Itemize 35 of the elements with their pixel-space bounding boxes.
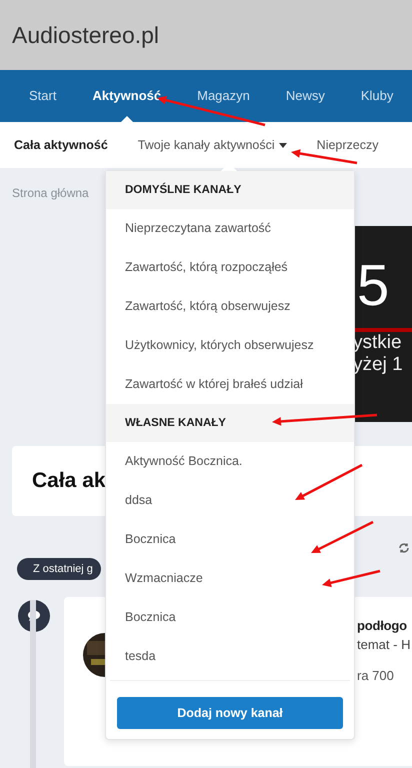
banner-number: 5 [357, 254, 390, 318]
annotation-arrow [295, 464, 363, 500]
menu-item[interactable]: Aktywność Bocznica. [106, 442, 354, 481]
annotation-arrow [311, 520, 374, 553]
menu-item[interactable]: Wzmacniacze [106, 559, 354, 598]
menu-item[interactable]: ddsa [106, 481, 354, 520]
menu-item[interactable]: Bocznica [106, 520, 354, 559]
menu-item[interactable]: Nieprzeczytana zawartość [106, 209, 354, 248]
menu-section-heading: WŁASNE KANAŁY [106, 404, 354, 442]
refresh-icon[interactable] [398, 542, 410, 554]
filter-pill[interactable]: Z ostatniej g [17, 558, 101, 580]
menu-item[interactable]: tesda [106, 637, 354, 676]
nav-tab[interactable]: Start [29, 70, 56, 122]
subnav-link[interactable]: Cała aktywność [14, 138, 108, 152]
feed-subtitle: temat - H [357, 637, 410, 652]
menu-section-heading: DOMYŚLNE KANAŁY [106, 171, 354, 209]
menu-item[interactable]: Zawartość, którą obserwujesz [106, 287, 354, 326]
channels-menu[interactable]: Twoje kanały aktywności [138, 138, 287, 152]
menu-item[interactable]: Użytkownicy, których obserwujesz [106, 326, 354, 365]
menu-item[interactable]: Bocznica [106, 598, 354, 637]
caret-icon [278, 142, 287, 148]
subnav-link[interactable]: Nieprzeczy [316, 138, 378, 152]
nav-tab[interactable]: Aktywność [92, 70, 162, 122]
menu-item[interactable]: Zawartość w której brałeś udział [106, 365, 354, 404]
menu-item[interactable]: Zawartość, którą rozpocząłeś [106, 248, 354, 287]
feed-snippet: ra 700 [357, 668, 395, 683]
annotation-arrow [322, 570, 380, 588]
nav-tab[interactable]: Kluby [360, 70, 394, 122]
nav-tab[interactable]: Newsy [286, 70, 325, 122]
feed-title[interactable]: podłogo [357, 618, 410, 633]
banner-text: ystkie [353, 332, 403, 354]
nav-tab[interactable]: Magazyn [197, 70, 250, 122]
add-channel-button[interactable]: Dodaj nowy kanał [117, 697, 343, 729]
site-title: Audiostereo.pl [12, 22, 160, 48]
page-title: Cała ak [32, 469, 106, 493]
